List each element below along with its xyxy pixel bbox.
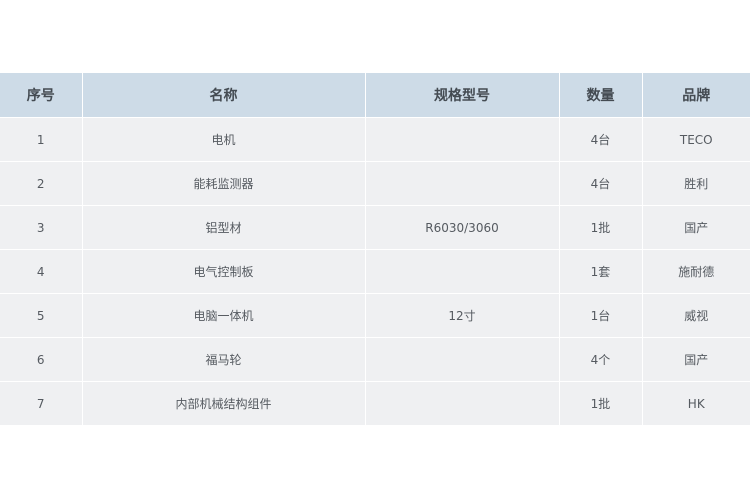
cell-index: 7	[0, 381, 83, 426]
cell-spec	[365, 249, 560, 294]
cell-brand: 施耐德	[642, 249, 750, 294]
header-spec: 规格型号	[365, 73, 560, 118]
cell-brand: 威视	[642, 293, 750, 338]
header-name: 名称	[82, 73, 366, 118]
cell-name: 电脑一体机	[82, 293, 366, 338]
header-brand: 品牌	[642, 73, 750, 118]
table-header-row: 序号 名称 规格型号 数量 品牌	[0, 73, 750, 118]
cell-index: 2	[0, 161, 83, 206]
cell-brand: 胜利	[642, 161, 750, 206]
cell-name: 能耗监测器	[82, 161, 366, 206]
table-row: 1 电机 4台 TECO	[0, 117, 750, 162]
cell-name: 福马轮	[82, 337, 366, 382]
cell-name: 电机	[82, 117, 366, 162]
table-row: 5 电脑一体机 12寸 1台 威视	[0, 293, 750, 338]
header-quantity: 数量	[559, 73, 643, 118]
equipment-table: 序号 名称 规格型号 数量 品牌 1 电机 4台 TECO 2 能耗监测器 4台…	[0, 73, 750, 426]
cell-spec	[365, 337, 560, 382]
cell-name: 电气控制板	[82, 249, 366, 294]
cell-quantity: 4台	[559, 117, 643, 162]
table-row: 2 能耗监测器 4台 胜利	[0, 161, 750, 206]
cell-brand: 国产	[642, 205, 750, 250]
cell-name: 铝型材	[82, 205, 366, 250]
table-row: 3 铝型材 R6030/3060 1批 国产	[0, 205, 750, 250]
table-row: 7 内部机械结构组件 1批 HK	[0, 381, 750, 426]
cell-spec	[365, 161, 560, 206]
cell-brand: 国产	[642, 337, 750, 382]
cell-index: 4	[0, 249, 83, 294]
cell-quantity: 1批	[559, 205, 643, 250]
header-index: 序号	[0, 73, 83, 118]
cell-brand: TECO	[642, 117, 750, 162]
cell-spec	[365, 117, 560, 162]
cell-quantity: 4台	[559, 161, 643, 206]
cell-index: 6	[0, 337, 83, 382]
table-row: 4 电气控制板 1套 施耐德	[0, 249, 750, 294]
cell-index: 1	[0, 117, 83, 162]
cell-brand: HK	[642, 381, 750, 426]
cell-spec: 12寸	[365, 293, 560, 338]
table-row: 6 福马轮 4个 国产	[0, 337, 750, 382]
cell-spec: R6030/3060	[365, 205, 560, 250]
cell-index: 3	[0, 205, 83, 250]
cell-index: 5	[0, 293, 83, 338]
cell-quantity: 1套	[559, 249, 643, 294]
cell-quantity: 4个	[559, 337, 643, 382]
equipment-table-container: 序号 名称 规格型号 数量 品牌 1 电机 4台 TECO 2 能耗监测器 4台…	[0, 73, 750, 426]
cell-spec	[365, 381, 560, 426]
cell-quantity: 1批	[559, 381, 643, 426]
cell-quantity: 1台	[559, 293, 643, 338]
cell-name: 内部机械结构组件	[82, 381, 366, 426]
